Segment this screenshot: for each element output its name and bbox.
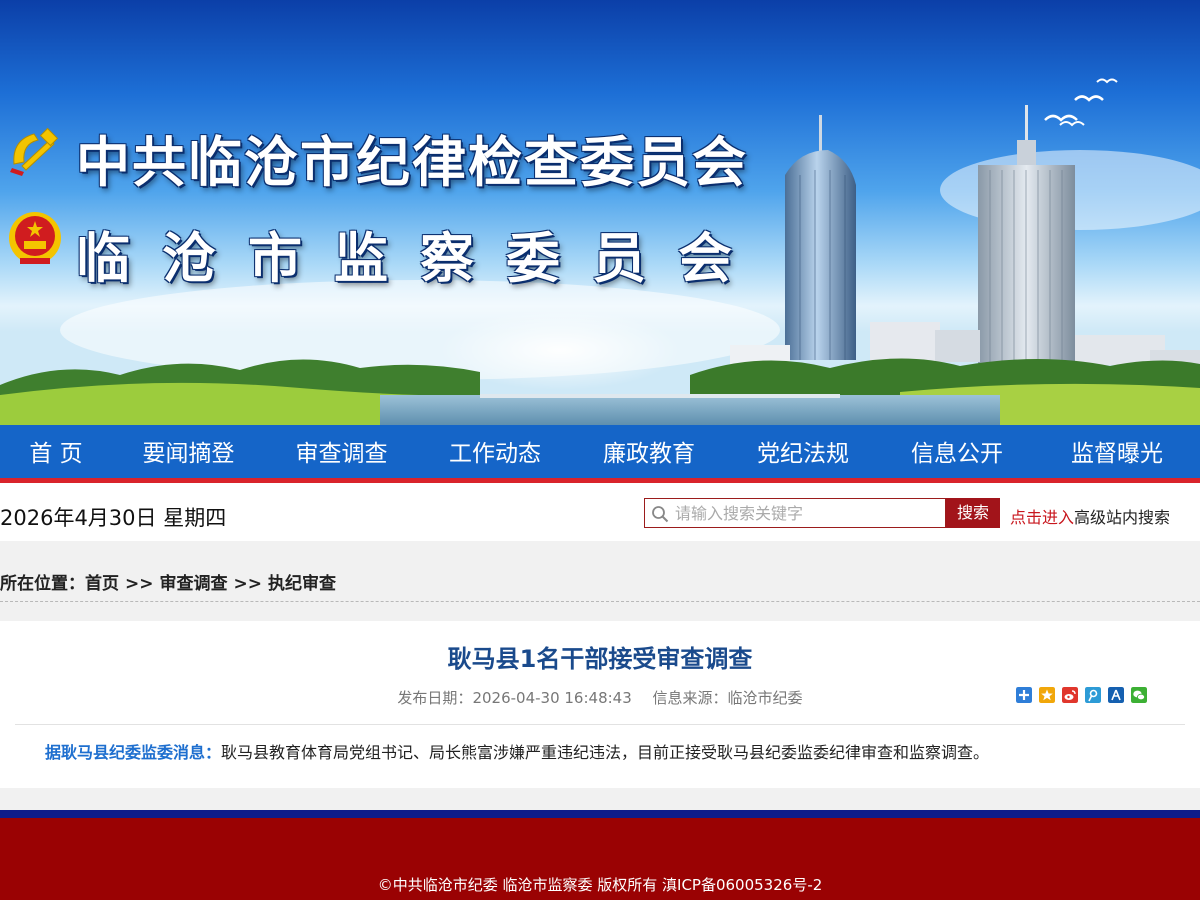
search-input[interactable] — [675, 502, 937, 524]
nav-item-news[interactable]: 要闻摘登 — [112, 425, 265, 483]
advanced-search-text: 高级站内搜索 — [1074, 508, 1171, 527]
qzone-icon[interactable] — [1039, 687, 1055, 703]
breadcrumb-separator: >> — [125, 574, 154, 594]
article-lead: 据耿马县纪委监委消息： — [45, 743, 222, 762]
banner-title-supervision: 临沧市监察委员会 — [76, 226, 764, 290]
national-emblem-icon — [9, 212, 61, 264]
article: 耿马县1名干部接受审查调查 发布日期：2026-04-30 16:48:43 信… — [0, 621, 1200, 788]
banner-title-commission: 中共临沧市纪律检查委员会 — [76, 130, 748, 194]
publish-date-value: 2026-04-30 16:48:43 — [472, 689, 632, 707]
breadcrumb: 所在位置：首页 >> 审查调查 >> 执纪审查 — [0, 569, 1200, 602]
info-bar: 2026年4月30日 星期四 搜索 点击进入高级站内搜索 — [0, 488, 1200, 541]
source-label: 信息来源： — [652, 689, 728, 707]
search-button[interactable]: 搜索 — [946, 498, 1000, 528]
weibo-icon[interactable] — [1062, 687, 1078, 703]
party-emblem-icon — [10, 127, 59, 176]
article-divider — [15, 724, 1185, 725]
copyright: ©中共临沧市纪委 临沧市监察委 版权所有 滇ICP备06005326号-2 — [377, 876, 823, 894]
footer-spacer — [0, 788, 1200, 810]
advanced-search-link[interactable]: 点击进入 — [1010, 508, 1074, 527]
share-more-icon[interactable] — [1016, 687, 1032, 703]
renren-icon[interactable] — [1108, 687, 1124, 703]
article-body: 据耿马县纪委监委消息：耿马县教育体育局党组书记、局长熊富涉嫌严重违纪违法，目前正… — [45, 739, 1175, 763]
breadcrumb-label: 所在位置： — [0, 574, 85, 594]
nav-item-exposure[interactable]: 监督曝光 — [1034, 425, 1200, 483]
footer-accent-line — [0, 810, 1200, 818]
city-skyline-illustration — [0, 78, 1200, 425]
search-icon — [652, 506, 669, 523]
nav-item-education[interactable]: 廉政教育 — [572, 425, 726, 483]
breadcrumb-home[interactable]: 首页 — [85, 569, 119, 594]
breadcrumb-band: 所在位置：首页 >> 审查调查 >> 执纪审查 — [0, 541, 1200, 621]
article-source: 信息来源：临沧市纪委 — [653, 689, 803, 707]
nav-item-regulations[interactable]: 党纪法规 — [726, 425, 880, 483]
advanced-search: 点击进入高级站内搜索 — [1010, 504, 1170, 528]
tencent-weibo-icon[interactable] — [1085, 687, 1101, 703]
breadcrumb-discipline[interactable]: 执纪审查 — [268, 569, 336, 594]
header-banner: 中共临沧市纪律检查委员会 临沧市监察委员会 — [0, 0, 1200, 425]
nav-item-review[interactable]: 审查调查 — [265, 425, 418, 483]
nav-item-work[interactable]: 工作动态 — [418, 425, 572, 483]
current-date: 2026年4月30日 星期四 — [0, 506, 227, 530]
footer: ©中共临沧市纪委 临沧市监察委 版权所有 滇ICP备06005326号-2 — [0, 818, 1200, 900]
main-nav: 首 页 要闻摘登 审查调查 工作动态 廉政教育 党纪法规 信息公开 监督曝光 — [0, 425, 1200, 483]
search-box — [644, 498, 946, 528]
nav-item-disclosure[interactable]: 信息公开 — [880, 425, 1034, 483]
publish-date: 发布日期：2026-04-30 16:48:43 — [397, 689, 631, 707]
share-bar — [1016, 687, 1147, 703]
breadcrumb-separator: >> — [233, 574, 263, 594]
source-value: 临沧市纪委 — [727, 689, 803, 707]
article-title: 耿马县1名干部接受审查调查 — [447, 645, 753, 673]
breadcrumb-review[interactable]: 审查调查 — [160, 569, 228, 594]
wechat-icon[interactable] — [1131, 687, 1147, 703]
nav-item-home[interactable]: 首 页 — [0, 425, 112, 483]
article-text: 耿马县教育体育局党组书记、局长熊富涉嫌严重违纪违法，目前正接受耿马县纪委监委纪律… — [221, 743, 990, 762]
publish-date-label: 发布日期： — [397, 689, 473, 707]
